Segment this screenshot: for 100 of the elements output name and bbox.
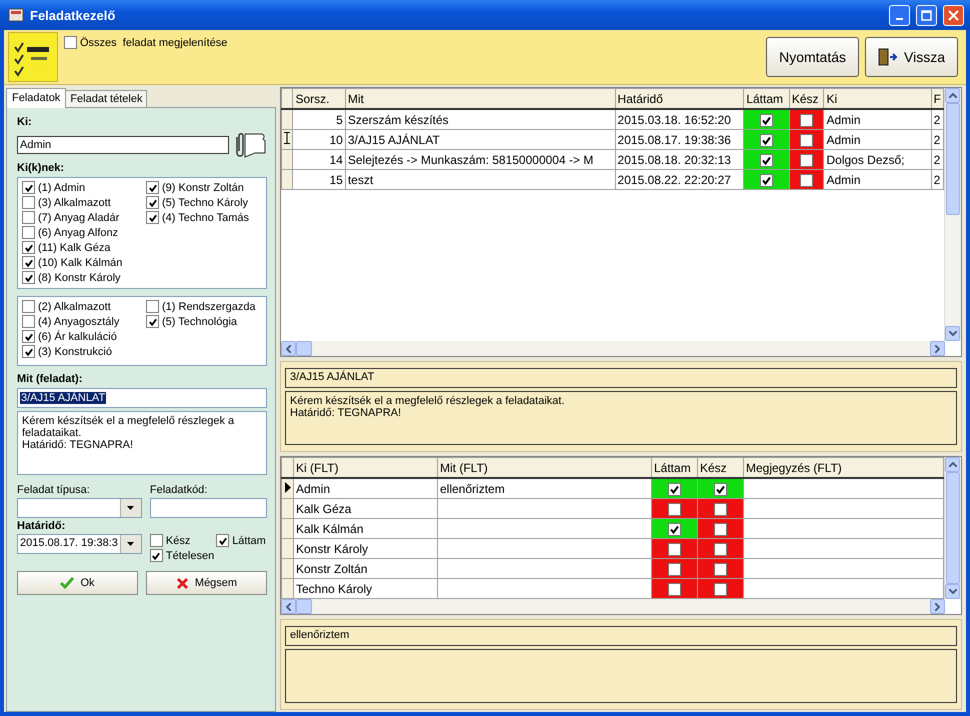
column-header[interactable]: Ki (FLT) xyxy=(294,458,438,478)
checkbox[interactable] xyxy=(146,196,159,209)
checkbox[interactable] xyxy=(714,482,727,496)
table-cell: 2015.08.18. 20:32:13 xyxy=(615,150,744,170)
column-header[interactable]: Ki xyxy=(824,88,932,109)
table-cell: 2015.08.22. 22:20:27 xyxy=(615,170,744,190)
checkbox[interactable] xyxy=(64,36,77,49)
checkbox[interactable] xyxy=(22,300,35,313)
checkbox[interactable] xyxy=(668,502,681,516)
checkbox[interactable] xyxy=(760,114,774,127)
column-header[interactable]: F xyxy=(931,88,944,109)
checkbox[interactable] xyxy=(22,181,35,194)
checkbox[interactable] xyxy=(668,562,681,576)
checkbox[interactable] xyxy=(760,154,774,167)
table-cell: 5 xyxy=(292,109,346,130)
checkbox[interactable] xyxy=(216,534,230,547)
checkbox[interactable] xyxy=(22,330,35,343)
table-cell: Szerszám készítés xyxy=(345,109,616,130)
checkbox[interactable] xyxy=(800,134,814,147)
checkbox[interactable] xyxy=(146,181,159,194)
checkbox[interactable] xyxy=(714,562,727,576)
checkbox[interactable] xyxy=(800,154,814,167)
checkbox[interactable] xyxy=(22,196,35,209)
scroll-left-button[interactable] xyxy=(281,599,296,614)
tab[interactable]: Feladatok xyxy=(6,88,66,108)
column-header[interactable]: Láttam xyxy=(744,88,790,109)
checkbox[interactable] xyxy=(22,211,35,224)
dropdown[interactable] xyxy=(17,498,142,518)
table-cell: 2015.03.18. 16:52:20 xyxy=(615,109,744,130)
checkbox[interactable] xyxy=(146,300,159,313)
checkbox[interactable] xyxy=(668,482,681,496)
item-note-field[interactable] xyxy=(285,649,957,703)
scroll-up-button[interactable] xyxy=(945,457,960,472)
description-field[interactable]: Kérem készítsék el a megfelelő részlegek a feladataikat. Határidő: TEGNAPRA! xyxy=(17,411,267,475)
checkbox[interactable] xyxy=(22,271,35,284)
input-field[interactable] xyxy=(150,498,267,518)
table-cell: 15 xyxy=(292,170,346,190)
scroll-up-button[interactable] xyxy=(945,88,960,103)
print-button[interactable]: Nyomtatás xyxy=(766,37,860,77)
checkbox-label: (8) Konstr Károly xyxy=(38,272,121,284)
table-cell: ellenőriztem xyxy=(438,478,652,498)
checkbox[interactable] xyxy=(668,522,681,536)
checkbox[interactable] xyxy=(800,114,814,127)
checkbox-label: Kész xyxy=(166,534,190,546)
maximize-icon xyxy=(921,10,932,20)
tab[interactable]: Feladat tételek xyxy=(65,90,148,107)
maximize-button[interactable] xyxy=(916,4,937,26)
checkbox[interactable] xyxy=(714,582,727,596)
checkbox-label: (1) Rendszergazda xyxy=(162,300,256,312)
task-description-field[interactable]: Kérem készítsék el a megfelelő részlegek a feladataikat. Határidő: TEGNAPRA! xyxy=(285,391,957,445)
scroll-right-button[interactable] xyxy=(930,341,945,356)
column-header[interactable]: Határidő xyxy=(615,88,744,109)
cancel-button[interactable]: Mégsem xyxy=(146,571,267,595)
column-header[interactable]: Kész xyxy=(698,458,744,478)
checkbox[interactable] xyxy=(22,315,35,328)
column-header[interactable]: Mit (FLT) xyxy=(438,458,652,478)
input-field[interactable]: Admin xyxy=(17,136,229,154)
scroll-down-button[interactable] xyxy=(945,584,960,599)
checkbox[interactable] xyxy=(22,241,35,254)
checkbox[interactable] xyxy=(146,315,159,328)
field-label: Feladatkód: xyxy=(150,484,208,496)
checkbox[interactable] xyxy=(146,211,159,224)
checkbox[interactable] xyxy=(800,174,814,187)
table-cell: Konstr Károly xyxy=(294,538,438,558)
checkbox[interactable] xyxy=(22,256,35,269)
checkbox[interactable] xyxy=(668,582,681,596)
date-picker[interactable]: 2015.08.17. 19:38:3 xyxy=(17,534,142,554)
table-cell: Admin xyxy=(824,170,932,190)
scroll-down-button[interactable] xyxy=(945,326,960,341)
checkbox[interactable] xyxy=(668,542,681,556)
ok-button[interactable]: Ok xyxy=(17,571,138,595)
scrollbar-thumb[interactable] xyxy=(946,472,960,584)
back-button[interactable]: Vissza xyxy=(865,37,958,77)
column-header[interactable]: Megjegyzés (FLT) xyxy=(744,458,944,478)
scroll-left-button[interactable] xyxy=(281,341,296,356)
checkbox-label: (6) Ár kalkuláció xyxy=(38,330,117,342)
scrollbar-thumb[interactable] xyxy=(946,103,960,215)
input-field[interactable]: 3/AJ15 AJÁNLAT xyxy=(17,388,267,408)
checkbox[interactable] xyxy=(760,174,774,187)
checkbox[interactable] xyxy=(22,345,35,358)
column-header[interactable]: Láttam xyxy=(652,458,698,478)
app-icon xyxy=(8,7,24,23)
scroll-right-button[interactable] xyxy=(930,599,945,614)
checkbox[interactable] xyxy=(714,502,727,516)
minimize-button[interactable] xyxy=(889,4,910,26)
checkbox[interactable] xyxy=(760,134,774,147)
checkbox[interactable] xyxy=(150,534,163,547)
checkbox[interactable] xyxy=(150,549,163,562)
column-header[interactable]: Sorsz. xyxy=(292,88,346,109)
checkbox[interactable] xyxy=(714,522,727,536)
item-title-field[interactable]: ellenőriztem xyxy=(285,626,957,646)
task-title-field[interactable]: 3/AJ15 AJÁNLAT xyxy=(285,368,957,388)
field-label: Ki: xyxy=(17,116,33,128)
checkbox[interactable] xyxy=(22,226,35,239)
close-button[interactable] xyxy=(943,4,964,26)
column-header[interactable]: Mit xyxy=(345,88,616,109)
checkbox[interactable] xyxy=(714,542,727,556)
scrollbar-thumb[interactable] xyxy=(296,599,312,614)
scrollbar-thumb[interactable] xyxy=(296,341,312,356)
column-header[interactable]: Kész xyxy=(789,88,824,109)
